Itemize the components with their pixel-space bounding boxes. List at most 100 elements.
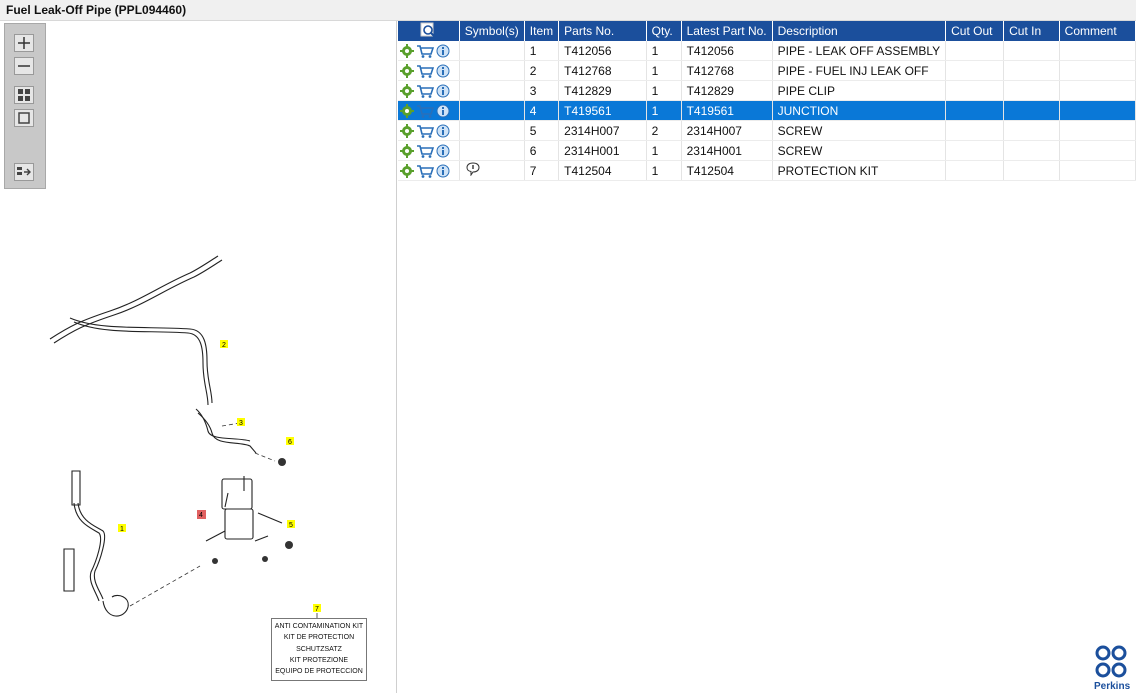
cell-comment [1059,100,1136,121]
info-icon[interactable] [436,164,450,178]
kit-line: KIT PROTEZIONE [289,656,349,664]
kit-line: KIT DE PROTECTION [283,634,355,642]
note-icon[interactable] [465,162,481,177]
table-row[interactable]: 2 T412768 1 T412768 PIPE - FUEL INJ LEAK OFF [398,60,1136,81]
gear-icon[interactable] [400,103,414,118]
cell-latest-part-no: T412056 [681,41,773,61]
cell-comment [1059,140,1136,161]
cell-qty: 1 [646,60,682,81]
kit-line: ANTI CONTAMINATION KIT [274,623,364,630]
kit-line: SCHUTZSATZ [296,645,342,653]
gear-icon[interactable] [400,63,414,78]
gear-icon[interactable] [400,143,414,158]
cell-item: 1 [524,41,560,61]
cart-icon[interactable] [416,64,434,78]
cell-actions [398,80,460,101]
cell-latest-part-no: T412504 [681,160,773,181]
callout-1: 1 [120,526,124,533]
cell-latest-part-no: T412768 [681,60,773,81]
table-row[interactable]: 1 T412056 1 T412056 PIPE - LEAK OFF ASSEMBLY [398,41,1136,61]
info-icon[interactable] [436,124,450,138]
column-header-symbols[interactable]: Symbol(s) [459,21,525,41]
cell-qty: 1 [646,41,682,61]
exploded-diagram: 1 2 3 4 5 6 7 [49,255,321,618]
column-header-qty[interactable]: Qty. [646,21,682,41]
cell-qty: 1 [646,80,682,101]
kit-line: EQUIPO DE PROTECCION [275,668,363,676]
cell-description: JUNCTION [772,100,947,121]
cell-qty: 1 [646,160,682,181]
info-icon[interactable] [436,84,450,98]
parts-table: Symbol(s) Item Parts No. Qty. Latest Par… [398,21,1136,181]
cell-parts-no: T412829 [558,80,647,101]
cell-cut-in [1003,160,1060,181]
cell-cut-in [1003,140,1060,161]
cell-cut-out [945,160,1005,181]
cell-parts-no: T419561 [558,100,647,121]
info-icon[interactable] [436,144,450,158]
info-icon[interactable] [436,104,450,118]
callout-4: 4 [199,512,203,519]
cell-qty: 1 [646,100,682,121]
cart-icon[interactable] [416,44,434,58]
window-title-bar: Fuel Leak-Off Pipe (PPL094460) [0,0,1136,21]
gear-icon[interactable] [400,163,414,178]
cell-comment [1059,60,1136,81]
table-row[interactable]: 3 T412829 1 T412829 PIPE CLIP [398,80,1136,101]
cell-parts-no: T412056 [558,41,647,61]
cell-parts-no: T412504 [558,160,647,181]
cell-cut-in [1003,60,1060,81]
info-icon[interactable] [436,64,450,78]
perkins-logo [1095,645,1127,678]
gear-icon[interactable] [400,43,414,58]
cart-icon[interactable] [416,84,434,98]
kit-label-box: ANTI CONTAMINATION KIT KIT DE PROTECTION… [271,618,367,681]
cart-icon[interactable] [416,104,434,118]
column-header-comment[interactable]: Comment [1059,21,1136,41]
cell-item: 4 [524,100,560,121]
cell-comment [1059,80,1136,101]
cell-cut-out [945,80,1005,101]
column-header-latest-part-no[interactable]: Latest Part No. [681,21,773,41]
callout-2: 2 [222,342,226,349]
cell-description: PIPE CLIP [772,80,947,101]
column-header-parts-no[interactable]: Parts No. [558,21,647,41]
info-icon[interactable] [436,44,450,58]
cell-qty: 2 [646,120,682,141]
gear-icon[interactable] [400,123,414,138]
cell-symbols [459,120,525,141]
table-row[interactable]: 5 2314H007 2 2314H007 SCREW [398,120,1136,141]
table-row[interactable]: 6 2314H001 1 2314H001 SCREW [398,140,1136,161]
cell-actions [398,100,460,121]
cell-item: 2 [524,60,560,81]
column-header-cut-in[interactable]: Cut In [1003,21,1060,41]
column-header-actions[interactable] [398,21,460,41]
column-header-cut-out[interactable]: Cut Out [945,21,1005,41]
cell-description: SCREW [772,120,947,141]
cell-cut-in [1003,41,1060,61]
column-header-item[interactable]: Item [524,21,560,41]
cell-item: 6 [524,140,560,161]
table-row[interactable]: 7 T412504 1 T412504 PROTECTION KIT [398,160,1136,181]
cell-cut-in [1003,100,1060,121]
cart-icon[interactable] [416,144,434,158]
cell-actions [398,160,460,181]
brand-name: Perkins [1094,681,1131,692]
diagram-panel[interactable]: 1 2 3 4 5 6 7 ANTI CONTAMINATION KIT KIT… [0,21,397,693]
parts-list-panel: Symbol(s) Item Parts No. Qty. Latest Par… [398,21,1136,693]
gear-icon[interactable] [400,83,414,98]
column-header-description[interactable]: Description [772,21,947,41]
cell-comment [1059,120,1136,141]
cell-item: 5 [524,120,560,141]
window-title: Fuel Leak-Off Pipe (PPL094460) [6,3,187,17]
cell-parts-no: T412768 [558,60,647,81]
cell-parts-no: 2314H001 [558,140,647,161]
callout-3: 3 [239,420,243,427]
cell-symbols [459,41,525,61]
cell-parts-no: 2314H007 [558,120,647,141]
callout-5: 5 [289,522,293,529]
cell-cut-out [945,60,1005,81]
cart-icon[interactable] [416,124,434,138]
cart-icon[interactable] [416,164,434,178]
table-row[interactable]: 4 T419561 1 T419561 JUNCTION [398,100,1136,121]
